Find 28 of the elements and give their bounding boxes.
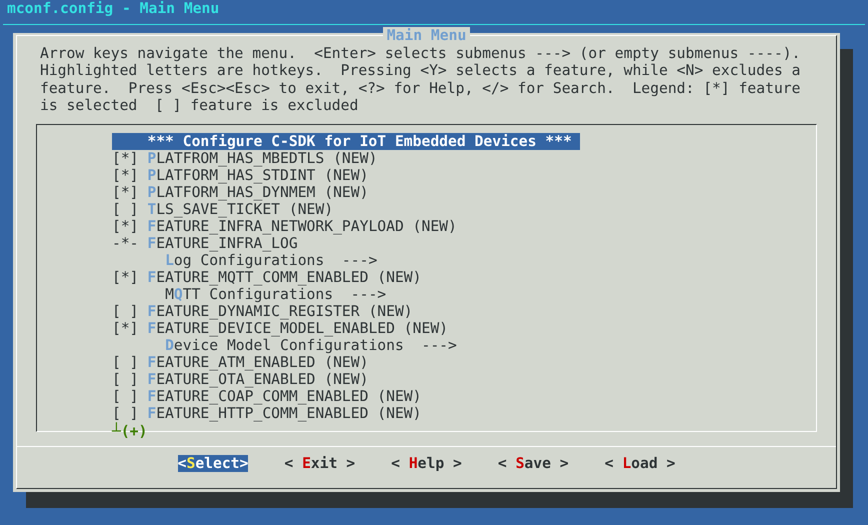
menu-option[interactable]: [*] FEATURE_MQTT_COMM_ENABLED (NEW) <box>112 268 422 286</box>
more-indicator: ┴(+) <box>112 424 148 439</box>
menu-option[interactable]: [ ] FEATURE_HTTP_COMM_ENABLED (NEW) <box>112 404 422 422</box>
menu-option[interactable]: [ ] FEATURE_OTA_ENABLED (NEW) <box>112 370 368 388</box>
menu-option[interactable]: [ ] FEATURE_ATM_ENABLED (NEW) <box>112 354 368 371</box>
menu-option[interactable]: [ ] FEATURE_COAP_COMM_ENABLED (NEW) <box>112 388 422 405</box>
dialog-button[interactable]: < Load > <box>604 454 676 472</box>
window-title: mconf.config - Main Menu <box>6 0 220 17</box>
submenu-item[interactable]: MQTT Configurations ---> <box>112 286 386 303</box>
menu-option[interactable]: -*- FEATURE_INFRA_LOG <box>112 234 298 252</box>
menu-option[interactable]: [ ] FEATURE_DYNAMIC_REGISTER (NEW) <box>112 302 413 320</box>
dialog-button[interactable]: < Save > <box>498 454 569 472</box>
menu-option[interactable]: [*] PLATFROM_HAS_MBEDTLS (NEW) <box>112 150 378 167</box>
menu-option[interactable]: [ ] TLS_SAVE_TICKET (NEW) <box>112 200 334 218</box>
help-text: is selected [ ] feature is excluded <box>40 97 358 114</box>
menu-header[interactable]: *** Configure C-SDK for IoT Embedded Devices *** <box>112 132 580 150</box>
help-text: Arrow keys navigate the menu. <Enter> selects submenus ---> (or empty submenus ----). <box>40 45 800 62</box>
help-text: feature. Press <Esc><Esc> to exit, <?> for Help, </> for Search. Legend: [*] feature <box>40 80 800 97</box>
menu-option[interactable]: [*] PLATFORM_HAS_DYNMEM (NEW) <box>112 184 368 201</box>
menu-option[interactable]: [*] FEATURE_INFRA_NETWORK_PAYLOAD (NEW) <box>112 218 457 235</box>
submenu-item[interactable]: Log Configurations ---> <box>112 252 378 269</box>
dialog-button[interactable]: < Help > <box>391 454 462 472</box>
dialog-button[interactable]: < Exit > <box>284 454 356 472</box>
help-text: Highlighted letters are hotkeys. Pressing <Y> selects a feature, while <N> excludes a <box>40 62 800 80</box>
menu-option[interactable]: [*] FEATURE_DEVICE_MODEL_ENABLED (NEW) <box>112 320 448 337</box>
submenu-item[interactable]: Device Model Configurations ---> <box>112 336 457 354</box>
dialog-button[interactable]: <Select> <box>178 454 248 472</box>
menu-option[interactable]: [*] PLATFORM_HAS_STDINT (NEW) <box>112 166 368 184</box>
